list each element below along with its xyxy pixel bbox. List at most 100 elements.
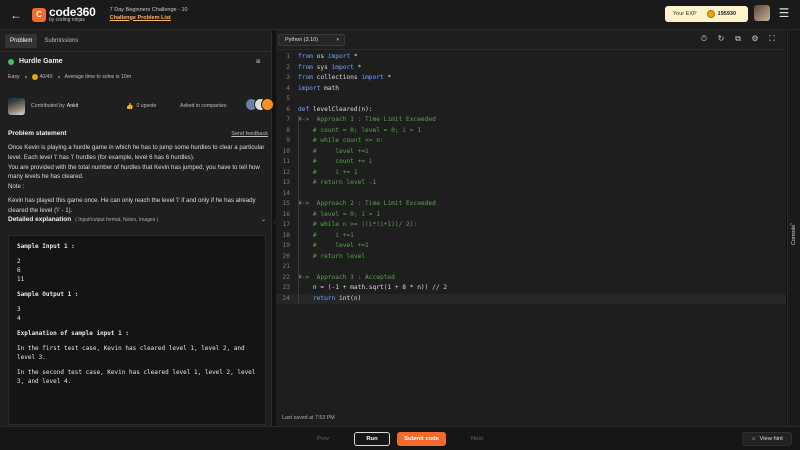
code-line[interactable]: 11 # count += i — [276, 157, 786, 168]
sample-output-line: 3 — [17, 306, 21, 313]
explanation-text: In the second test case, Kevin has clear… — [17, 369, 256, 385]
company-logos[interactable] — [245, 98, 275, 112]
code-line[interactable]: 9 # while count <= n: — [276, 136, 786, 147]
indent-guide — [298, 115, 299, 304]
code-line[interactable]: 10 # level +=1 — [276, 147, 786, 158]
timer-icon[interactable]: ⏱ — [698, 34, 710, 44]
description-paragraph: You are provided with the total number o… — [8, 163, 260, 181]
problem-description: Once Kevin is playing a hurdle game in w… — [8, 143, 266, 216]
line-number: 4 — [286, 84, 290, 92]
chevron-down-icon: ⌄ — [260, 217, 266, 223]
line-number: 3 — [286, 74, 290, 81]
code-line[interactable]: 23 n = (-1 + math.sqrt(1 + 8 * n)) // 2 — [276, 283, 786, 294]
bottom-bar: Prev Run Submit code Next ☼ View hint — [0, 426, 800, 450]
code-line[interactable]: 13 # return level -1 — [276, 178, 786, 189]
contributed-by-label: Contributed by — [31, 103, 65, 109]
code-line[interactable]: 8 # count = 0; level = 0; i = 1 — [276, 126, 786, 137]
hamburger-menu-icon[interactable]: ☰ — [778, 7, 790, 19]
code-line[interactable]: 18 # i +=1 — [276, 231, 786, 242]
line-number: 10 — [282, 147, 290, 155]
next-button[interactable]: Next — [462, 432, 492, 446]
back-arrow-icon[interactable]: ← — [8, 8, 24, 22]
statement-header: Problem statement Send feedback — [8, 130, 268, 137]
difficulty-label: Easy — [8, 74, 20, 80]
run-button[interactable]: Run — [354, 432, 390, 446]
code-text: # level +=1 — [298, 147, 369, 155]
code-line[interactable]: 15 #-> Approach 2 : Time Limit Exceeded — [276, 199, 786, 210]
submit-code-button[interactable]: Submit code — [397, 432, 446, 446]
code-line[interactable]: 6 def levelCleared(n): — [276, 105, 786, 116]
line-number: 5 — [286, 95, 290, 102]
sample-output-label: Sample Output 1 : — [17, 291, 79, 298]
editor-tools: ⏱ ↻ ⧉ ⚙ ⛶ — [693, 34, 778, 44]
code-line[interactable]: 20 # return level — [276, 252, 786, 263]
exp-value: 195930 — [717, 11, 737, 17]
code-line[interactable]: 3 from collections import * — [276, 73, 786, 84]
average-time: Average time to solve is 10m — [64, 74, 132, 80]
problem-meta: Easy 40/40 Average time to solve is 10m — [8, 74, 131, 80]
upvote-count: 0 upvote — [136, 103, 157, 109]
explanation-text: In the first test case, Kevin has cleare… — [17, 345, 245, 361]
company-logo-icon — [261, 98, 274, 111]
line-number: 6 — [286, 105, 290, 113]
tab-problem[interactable]: Problem — [5, 33, 38, 48]
code-line[interactable]: 4 import math — [276, 84, 786, 95]
code-text: return int(n) — [298, 294, 362, 302]
line-number: 1 — [286, 53, 290, 60]
code-line[interactable]: 2 from sys import * — [276, 63, 786, 74]
exp-badge[interactable]: Your EXP 195930 — [665, 6, 748, 22]
copy-icon[interactable]: ⧉ — [732, 34, 744, 44]
sample-input-label: Sample Input 1 : — [17, 243, 75, 250]
line-number: 15 — [282, 200, 290, 207]
challenge-problem-list-link[interactable]: Challenge Problem List — [110, 15, 188, 22]
view-hint-button[interactable]: ☼ View hint — [742, 432, 792, 446]
line-number: 16 — [282, 210, 290, 218]
code-line[interactable]: 1 from os import * — [276, 52, 786, 63]
user-avatar[interactable] — [754, 5, 770, 21]
fullscreen-icon[interactable]: ⛶ — [766, 34, 778, 44]
code-line[interactable]: 21 — [276, 262, 786, 273]
code-text: def levelCleared(n): — [298, 105, 373, 113]
logo[interactable]: C code360 by coding ninjas — [32, 6, 96, 23]
sample-input-line: 11 — [17, 276, 25, 283]
code-line[interactable]: 22 #-> Approach 3 : Accepted — [276, 273, 786, 284]
line-number: 8 — [286, 126, 290, 134]
line-number: 13 — [282, 179, 290, 186]
description-paragraph: Once Kevin is playing a hurdle game in w… — [8, 144, 265, 161]
problem-header: Hurdle Game — [8, 58, 63, 65]
code-line[interactable]: 16 # level = 0; i = 1 — [276, 210, 786, 221]
code-line[interactable]: 24 return int(n) — [276, 293, 786, 304]
console-label: Console — [791, 224, 797, 245]
settings-gear-icon[interactable]: ⚙ — [749, 34, 761, 44]
code-line[interactable]: 5 — [276, 94, 786, 105]
line-number: 23 — [282, 284, 290, 291]
reset-icon[interactable]: ↻ — [715, 34, 727, 44]
code-text: # while count <= n: — [298, 137, 384, 144]
send-feedback-link[interactable]: Send feedback — [231, 131, 268, 137]
share-icon[interactable]: ⧆ — [256, 58, 264, 66]
separator-dot — [24, 76, 27, 78]
code-text: #-> Approach 2 : Time Limit Exceeded — [298, 200, 436, 207]
code-text: # i += 1 — [298, 168, 358, 176]
code-line[interactable]: 7 #-> Approach 1 : Time Limit Exceeded — [276, 115, 786, 126]
code-text: # i +=1 — [298, 231, 354, 239]
code-text: #-> Approach 3 : Accepted — [298, 273, 395, 281]
language-select[interactable]: Python (3.10) ▾ — [278, 33, 345, 46]
code-line[interactable]: 14 — [276, 189, 786, 200]
code-text: import math — [298, 84, 339, 92]
code-line[interactable]: 17 # while n >= ((i*(i+1))/ 2): — [276, 220, 786, 231]
lightbulb-icon: ☼ — [751, 436, 757, 442]
code-line[interactable]: 12 # i += 1 — [276, 168, 786, 179]
code-line[interactable]: 19 # level +=1 — [276, 241, 786, 252]
upvote-button[interactable]: 👍 0 upvote — [126, 103, 156, 110]
contributor-name[interactable]: Ankit — [67, 103, 79, 109]
language-value: Python (3.10) — [285, 36, 319, 43]
prev-button[interactable]: Prev — [308, 432, 338, 446]
problem-tabs: Problem Submissions — [0, 30, 271, 52]
line-number: 12 — [282, 168, 290, 176]
line-number: 20 — [282, 252, 290, 260]
code-text: from sys import * — [298, 63, 362, 71]
code-editor[interactable]: 1 from os import * 2 from sys import * 3 from… — [276, 50, 786, 410]
tab-submissions[interactable]: Submissions — [39, 34, 83, 48]
detailed-explanation-toggle[interactable]: Detailed explanation ( Input/output form… — [8, 216, 268, 223]
